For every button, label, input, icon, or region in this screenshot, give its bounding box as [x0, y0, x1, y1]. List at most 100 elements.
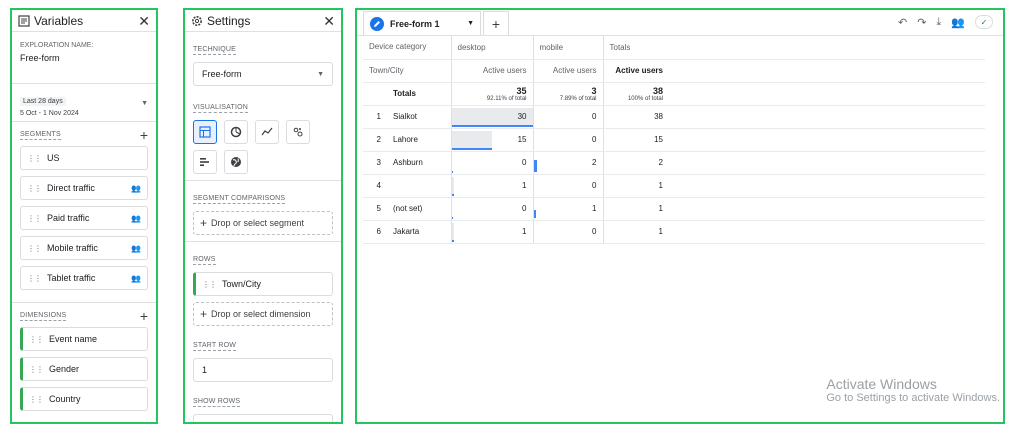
drop-segment-zone[interactable]: + Drop or select segment: [193, 211, 333, 235]
drop-dimension-zone[interactable]: + Drop or select dimension: [193, 302, 333, 326]
start-row-input[interactable]: 1: [193, 358, 333, 382]
totals-desktop-value: 35: [516, 85, 527, 96]
table-row[interactable]: 3 Ashburn 0 2 2: [363, 151, 985, 175]
header-desktop[interactable]: desktop: [450, 36, 533, 60]
row-dimension-chip[interactable]: ⋮⋮ Town/City: [193, 272, 333, 296]
add-segment-icon[interactable]: +: [140, 128, 148, 142]
download-icon[interactable]: ⤓: [936, 16, 941, 29]
drag-handle-icon[interactable]: ⋮⋮: [27, 184, 42, 193]
header-device-category[interactable]: Device category: [363, 36, 451, 60]
row-city[interactable]: Jakarta: [387, 220, 451, 244]
row-desktop-cell[interactable]: 1: [450, 220, 533, 244]
show-rows-select[interactable]: 10 ▼: [193, 414, 333, 422]
drag-handle-icon[interactable]: ⋮⋮: [29, 365, 44, 374]
row-city[interactable]: [387, 174, 451, 198]
viz-scatter-button[interactable]: [286, 120, 310, 144]
table-row[interactable]: 4 101: [363, 174, 985, 198]
close-icon[interactable]: ✕: [138, 14, 150, 28]
date-range-text: 5 Oct - 1 Nov 2024: [20, 110, 79, 117]
header-mobile[interactable]: mobile: [532, 36, 603, 60]
chevron-down-icon[interactable]: ▼: [141, 100, 148, 107]
header-row-dimension: Device category desktop mobile Totals: [363, 36, 985, 60]
row-mobile-cell[interactable]: 0: [532, 220, 603, 244]
row-mobile-cell[interactable]: 0: [532, 174, 603, 198]
exploration-canvas: Free-form 1 ▼ + ↶ ↷ ⤓ 👥 ✓ Device categor…: [355, 8, 1005, 424]
tab-free-form-1[interactable]: Free-form 1 ▼: [363, 11, 481, 35]
variables-icon: [18, 14, 30, 27]
row-desktop-cell[interactable]: 0: [450, 151, 533, 175]
chevron-down-icon[interactable]: ▼: [467, 20, 474, 27]
viz-bar-button[interactable]: [193, 150, 217, 174]
viz-donut-button[interactable]: [224, 120, 248, 144]
row-mobile-cell[interactable]: 1: [532, 197, 603, 221]
redo-icon[interactable]: ↷: [917, 16, 926, 29]
drag-handle-icon[interactable]: ⋮⋮: [27, 214, 42, 223]
totals-desktop-pct: 92.11% of total: [486, 95, 527, 102]
table-row[interactable]: 1 Sialkot 30 0 38: [363, 105, 985, 129]
row-total-value[interactable]: 38: [602, 105, 669, 129]
data-rows: 1 Sialkot 30 0 38 2 Lahore 15 0 15 3 Ashburn 0 2 2 4 1 0 1…: [363, 105, 985, 244]
desktop-bar-fill: [451, 130, 492, 149]
header-town-city[interactable]: Town/City: [363, 59, 451, 83]
drag-handle-icon[interactable]: ⋮⋮: [27, 154, 42, 163]
drag-handle-icon[interactable]: ⋮⋮: [27, 244, 42, 253]
add-dimension-icon[interactable]: +: [140, 309, 148, 323]
date-range-section[interactable]: Last 28 days 5 Oct - 1 Nov 2024 ▼: [12, 84, 156, 122]
row-desktop-cell[interactable]: 30: [450, 105, 533, 129]
drag-handle-icon[interactable]: ⋮⋮: [27, 274, 42, 283]
header-totals[interactable]: Totals: [602, 36, 669, 60]
row-total-value[interactable]: 15: [602, 128, 669, 152]
row-city[interactable]: Sialkot: [387, 105, 451, 129]
header-active-users-mobile[interactable]: Active users: [532, 59, 603, 83]
dimension-chip[interactable]: ⋮⋮ Country: [20, 387, 148, 411]
add-tab-button[interactable]: +: [483, 11, 509, 35]
row-mobile-cell[interactable]: 0: [532, 128, 603, 152]
technique-value: Free-form: [202, 69, 242, 79]
viz-geo-button[interactable]: [224, 150, 248, 174]
row-city[interactable]: (not set): [387, 197, 451, 221]
undo-icon[interactable]: ↶: [898, 16, 907, 29]
pencil-icon[interactable]: [370, 16, 384, 31]
row-city[interactable]: Lahore: [387, 128, 451, 152]
table-row[interactable]: 5 (not set) 0 1 1: [363, 197, 985, 221]
row-total-value[interactable]: 1: [602, 220, 669, 244]
drag-handle-icon[interactable]: ⋮⋮: [202, 280, 217, 289]
segment-chip[interactable]: ⋮⋮ Mobile traffic 👥: [20, 236, 148, 260]
row-desktop-cell[interactable]: 15: [450, 128, 533, 152]
row-mobile-value: 0: [592, 112, 597, 121]
drop-segment-text: Drop or select segment: [211, 218, 305, 228]
row-desktop-cell[interactable]: 0: [450, 197, 533, 221]
row-index: 6: [363, 220, 387, 244]
drag-handle-icon[interactable]: ⋮⋮: [29, 335, 44, 344]
row-mobile-cell[interactable]: 0: [532, 105, 603, 129]
row-index: 4: [363, 174, 387, 198]
viz-table-button[interactable]: [193, 120, 217, 144]
close-icon[interactable]: ✕: [323, 14, 335, 28]
header-active-users-desktop[interactable]: Active users: [450, 59, 533, 83]
exploration-name-value[interactable]: Free-form: [20, 53, 148, 63]
row-mobile-cell[interactable]: 2: [532, 151, 603, 175]
share-user-icon[interactable]: 👥: [951, 16, 965, 29]
table-row[interactable]: 6 Jakarta 1 0 1: [363, 220, 985, 244]
header-active-users-totals[interactable]: Active users: [602, 59, 669, 83]
row-city[interactable]: Ashburn: [387, 151, 451, 175]
technique-select[interactable]: Free-form ▼: [193, 62, 333, 86]
segment-chip[interactable]: ⋮⋮ US: [20, 146, 148, 170]
check-circle-icon[interactable]: ✓: [975, 15, 993, 29]
drag-handle-icon[interactable]: ⋮⋮: [29, 395, 44, 404]
dimension-chip[interactable]: ⋮⋮ Event name: [20, 327, 148, 351]
segment-chip[interactable]: ⋮⋮ Paid traffic 👥: [20, 206, 148, 230]
exploration-name-label: EXPLORATION NAME:: [20, 42, 94, 49]
dimensions-list: ⋮⋮ Event name ⋮⋮ Gender ⋮⋮ Country: [20, 327, 148, 411]
row-desktop-cell[interactable]: 1: [450, 174, 533, 198]
segment-chip[interactable]: ⋮⋮ Tablet traffic 👥: [20, 266, 148, 290]
row-total-value[interactable]: 1: [602, 197, 669, 221]
dimension-chip[interactable]: ⋮⋮ Gender: [20, 357, 148, 381]
segment-chip[interactable]: ⋮⋮ Direct traffic 👥: [20, 176, 148, 200]
table-row[interactable]: 2 Lahore 15 0 15: [363, 128, 985, 152]
row-total-value[interactable]: 2: [602, 151, 669, 175]
windows-activation-watermark: Activate Windows Go to Settings to activ…: [826, 376, 1000, 404]
viz-line-button[interactable]: [255, 120, 279, 144]
dimension-name: Country: [49, 394, 81, 404]
row-total-value[interactable]: 1: [602, 174, 669, 198]
